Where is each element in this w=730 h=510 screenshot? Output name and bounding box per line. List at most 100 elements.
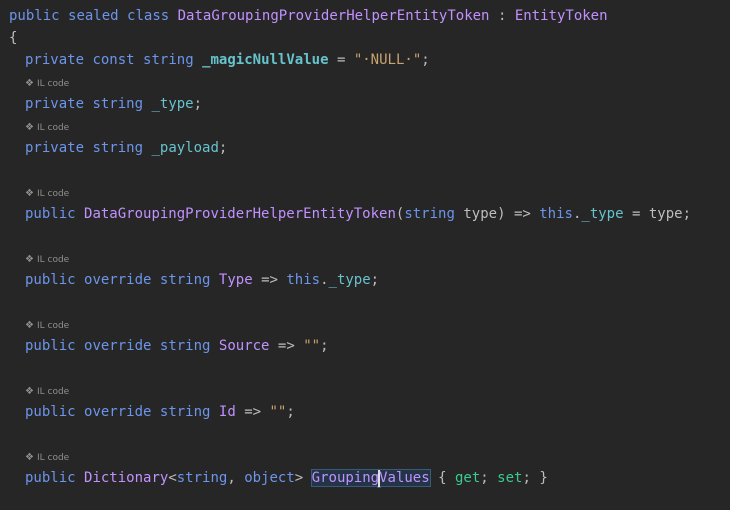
semicolon: ;	[320, 338, 329, 354]
il-code-hint[interactable]: ❖ IL code	[25, 77, 69, 91]
il-code-label: IL code	[36, 255, 70, 265]
punctuation: ,	[227, 470, 236, 486]
paren: )	[497, 206, 506, 222]
semicolon: ;	[421, 52, 430, 68]
field-name: _type	[151, 96, 194, 112]
il-code-hint[interactable]: ❖ IL code	[25, 451, 69, 465]
keyword: override	[84, 338, 152, 354]
punctuation: >	[294, 470, 304, 486]
keyword: string	[159, 404, 211, 420]
field-name: _magicNullValue	[202, 52, 329, 68]
brace: }	[539, 470, 548, 486]
il-code-hint[interactable]: ❖ IL code	[25, 319, 69, 333]
il-code-label: IL code	[36, 321, 70, 331]
keyword: public	[9, 8, 60, 24]
code-line-magic-null[interactable]: private const string _magicNullValue = "…	[25, 50, 430, 70]
semicolon: ;	[480, 470, 489, 486]
semicolon: ;	[522, 470, 531, 486]
semicolon: ;	[682, 206, 692, 222]
operator: =	[336, 52, 346, 68]
type-name: Dictionary	[84, 470, 169, 486]
code-line-type-property[interactable]: public override string Type => this._typ…	[25, 270, 379, 290]
keyword: public	[25, 272, 76, 288]
il-code-hint[interactable]: ❖ IL code	[25, 121, 69, 135]
keyword: override	[84, 404, 152, 420]
code-line-payload-field[interactable]: private string _payload;	[25, 138, 227, 158]
code-line-grouping-values[interactable]: public Dictionary<string, object> Groupi…	[25, 468, 548, 488]
keyword: this	[286, 272, 321, 288]
keyword: string	[92, 140, 144, 156]
keyword: sealed	[68, 8, 119, 24]
semicolon: ;	[218, 140, 228, 156]
string-literal: ""	[303, 338, 321, 354]
keyword: string	[176, 470, 228, 486]
code-line-id-property[interactable]: public override string Id => "";	[25, 402, 295, 422]
keyword: this	[539, 206, 573, 222]
code-line-type-field[interactable]: private string _type;	[25, 94, 202, 114]
keyword: private	[25, 140, 85, 156]
code-line-source-property[interactable]: public override string Source => "";	[25, 336, 329, 356]
parameter-name: type	[463, 206, 498, 222]
il-code-icon: ❖	[25, 78, 34, 89]
brace: {	[438, 470, 447, 486]
il-code-label: IL code	[36, 189, 70, 199]
il-code-label: IL code	[36, 123, 70, 133]
il-code-label: IL code	[36, 453, 70, 463]
keyword: class	[127, 8, 170, 24]
keyword: string	[143, 52, 194, 68]
keyword: private	[25, 96, 85, 112]
field-name: _payload	[151, 140, 219, 156]
field-name: _type	[581, 206, 624, 222]
code-line-constructor[interactable]: public DataGroupingProviderHelperEntityT…	[25, 204, 691, 224]
keyword: public	[25, 404, 76, 420]
highlighted-identifier[interactable]: GroupingValues	[310, 469, 431, 487]
keyword: string	[159, 338, 211, 354]
il-code-icon: ❖	[25, 254, 34, 265]
constructor-name: DataGroupingProviderHelperEntityToken	[84, 206, 396, 222]
accessor: set	[497, 470, 523, 486]
keyword: public	[25, 338, 76, 354]
il-code-icon: ❖	[25, 452, 34, 463]
parameter-ref: type	[648, 206, 683, 222]
punctuation: :	[497, 8, 507, 24]
operator: =>	[261, 272, 278, 288]
dot: .	[320, 272, 329, 288]
property-name: Id	[218, 404, 236, 420]
keyword: public	[25, 470, 76, 486]
operator: =>	[513, 206, 531, 222]
keyword: string	[404, 206, 455, 222]
property-name-part: Values	[379, 470, 430, 486]
property-name: Type	[218, 272, 253, 288]
keyword: override	[84, 272, 152, 288]
property-name-part: Grouping	[311, 470, 380, 486]
il-code-label: IL code	[36, 387, 70, 397]
operator: =	[631, 206, 641, 222]
code-editor[interactable]: public sealed class DataGroupingProvider…	[0, 0, 730, 510]
il-code-icon: ❖	[25, 386, 34, 397]
keyword: private	[25, 52, 85, 68]
il-code-hint[interactable]: ❖ IL code	[25, 385, 69, 399]
base-class-name: EntityToken	[514, 8, 608, 24]
string-literal: ""	[269, 404, 287, 420]
keyword: object	[244, 470, 295, 486]
keyword: const	[92, 52, 135, 68]
semicolon: ;	[193, 96, 203, 112]
field-name: _type	[328, 272, 371, 288]
semicolon: ;	[370, 272, 380, 288]
open-brace-line[interactable]: {	[9, 28, 17, 48]
il-code-label: IL code	[36, 79, 70, 89]
operator: =>	[277, 338, 295, 354]
class-name: DataGroupingProviderHelperEntityToken	[177, 8, 490, 24]
property-name: Source	[218, 338, 270, 354]
string-literal: "·NULL·"	[353, 52, 422, 68]
il-code-hint[interactable]: ❖ IL code	[25, 253, 69, 267]
il-code-icon: ❖	[25, 320, 34, 331]
il-code-icon: ❖	[25, 122, 34, 133]
open-brace: {	[9, 30, 18, 46]
operator: =>	[244, 404, 262, 420]
punctuation: <	[168, 470, 177, 486]
class-declaration-line[interactable]: public sealed class DataGroupingProvider…	[9, 6, 608, 26]
keyword: public	[25, 206, 76, 222]
keyword: string	[92, 96, 144, 112]
il-code-hint[interactable]: ❖ IL code	[25, 187, 69, 201]
